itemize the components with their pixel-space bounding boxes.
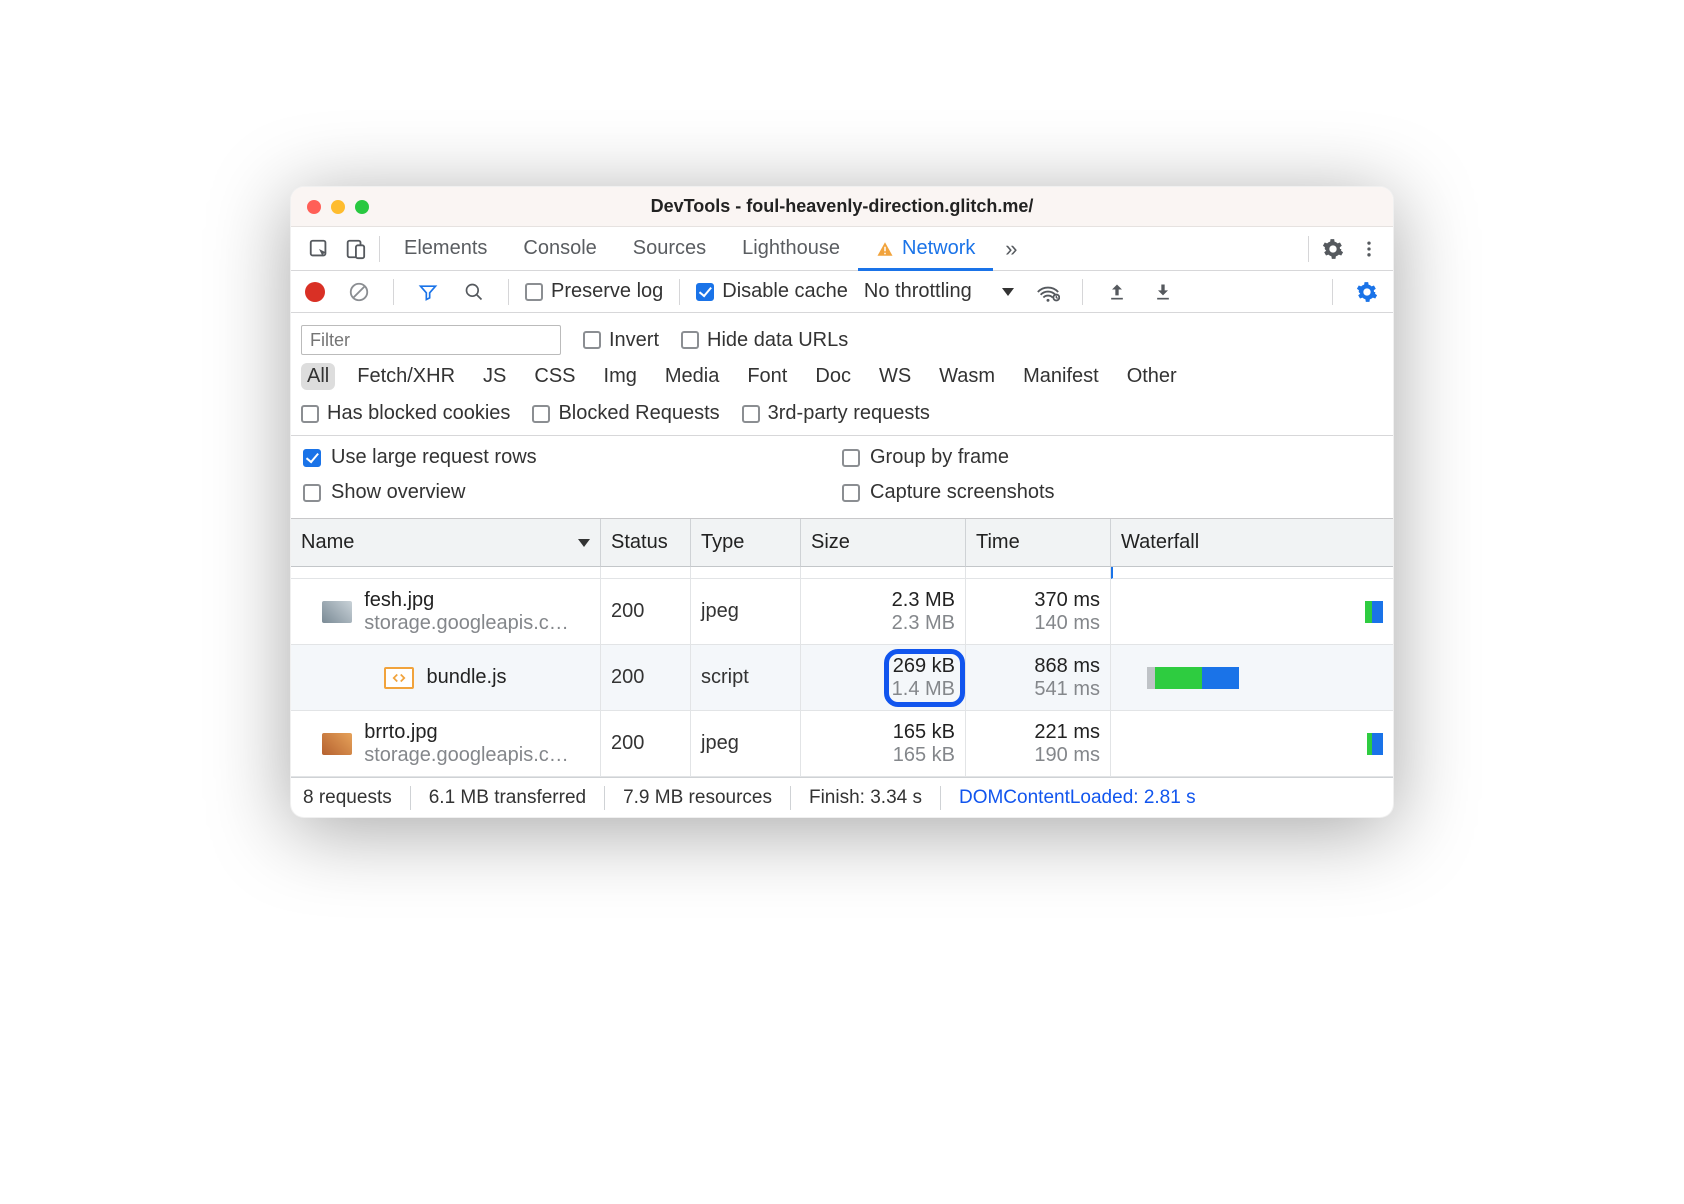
filter-type-font[interactable]: Font bbox=[741, 363, 793, 390]
finish-time: Finish: 3.34 s bbox=[809, 787, 922, 809]
filter-type-ws[interactable]: WS bbox=[873, 363, 917, 390]
filter-toggle-icon[interactable] bbox=[410, 274, 446, 310]
network-conditions-icon[interactable] bbox=[1030, 274, 1066, 310]
filter-type-img[interactable]: Img bbox=[598, 363, 643, 390]
blocked-requests-checkbox[interactable]: Blocked Requests bbox=[532, 402, 719, 425]
tab-lighthouse[interactable]: Lighthouse bbox=[724, 227, 858, 271]
tab-network[interactable]: Network bbox=[858, 227, 993, 271]
window-titlebar: DevTools - foul-heavenly-direction.glitc… bbox=[291, 187, 1393, 227]
more-tabs-icon[interactable]: » bbox=[993, 231, 1029, 267]
network-toolbar: Preserve log Disable cache No throttling bbox=[291, 271, 1393, 313]
upload-har-icon[interactable] bbox=[1099, 274, 1135, 310]
status-bar: 8 requests 6.1 MB transferred 7.9 MB res… bbox=[291, 777, 1393, 817]
group-by-frame-checkbox[interactable]: Group by frame bbox=[842, 446, 1381, 469]
kebab-menu-icon[interactable] bbox=[1351, 231, 1387, 267]
col-size[interactable]: Size bbox=[801, 519, 966, 567]
col-time[interactable]: Time bbox=[966, 519, 1111, 567]
panel-settings-icon[interactable] bbox=[1349, 274, 1385, 310]
tab-elements[interactable]: Elements bbox=[386, 227, 505, 271]
filters-area: Invert Hide data URLs All Fetch/XHR JS C… bbox=[291, 313, 1393, 436]
window-title: DevTools - foul-heavenly-direction.glitc… bbox=[291, 196, 1393, 217]
waterfall-bar bbox=[1121, 585, 1383, 638]
filter-type-css[interactable]: CSS bbox=[528, 363, 581, 390]
col-waterfall[interactable]: Waterfall bbox=[1111, 519, 1393, 567]
script-icon bbox=[384, 667, 414, 689]
file-thumbnail bbox=[322, 733, 352, 755]
view-options: Use large request rows Group by frame Sh… bbox=[291, 436, 1393, 519]
record-icon[interactable] bbox=[305, 282, 325, 302]
filter-type-manifest[interactable]: Manifest bbox=[1017, 363, 1105, 390]
preserve-log-checkbox[interactable]: Preserve log bbox=[525, 280, 663, 303]
col-name[interactable]: Name bbox=[291, 519, 601, 567]
throttling-select[interactable]: No throttling bbox=[864, 280, 1014, 303]
filter-type-wasm[interactable]: Wasm bbox=[933, 363, 1001, 390]
warning-icon bbox=[876, 240, 894, 258]
capture-screenshots-checkbox[interactable]: Capture screenshots bbox=[842, 481, 1381, 504]
search-icon[interactable] bbox=[456, 274, 492, 310]
filter-type-media[interactable]: Media bbox=[659, 363, 725, 390]
large-rows-checkbox[interactable]: Use large request rows bbox=[303, 446, 842, 469]
tab-console[interactable]: Console bbox=[505, 227, 614, 271]
third-party-checkbox[interactable]: 3rd-party requests bbox=[742, 402, 930, 425]
settings-icon[interactable] bbox=[1315, 231, 1351, 267]
waterfall-bar bbox=[1121, 651, 1383, 704]
transferred-size: 6.1 MB transferred bbox=[429, 787, 586, 809]
resources-size: 7.9 MB resources bbox=[623, 787, 772, 809]
devtools-window: DevTools - foul-heavenly-direction.glitc… bbox=[290, 186, 1394, 818]
main-tabs: Elements Console Sources Lighthouse Netw… bbox=[291, 227, 1393, 271]
device-toggle-icon[interactable] bbox=[337, 231, 373, 267]
blocked-cookies-checkbox[interactable]: Has blocked cookies bbox=[301, 402, 510, 425]
filter-type-other[interactable]: Other bbox=[1121, 363, 1183, 390]
filter-type-fetch[interactable]: Fetch/XHR bbox=[351, 363, 461, 390]
waterfall-bar bbox=[1121, 717, 1383, 770]
filter-type-js[interactable]: JS bbox=[477, 363, 512, 390]
sort-caret-icon bbox=[578, 539, 590, 547]
show-overview-checkbox[interactable]: Show overview bbox=[303, 481, 842, 504]
col-type[interactable]: Type bbox=[691, 519, 801, 567]
inspect-icon[interactable] bbox=[301, 231, 337, 267]
size-highlight: 269 kB1.4 MB bbox=[892, 655, 955, 701]
chevron-down-icon bbox=[1002, 288, 1014, 296]
invert-checkbox[interactable]: Invert bbox=[583, 329, 659, 352]
download-har-icon[interactable] bbox=[1145, 274, 1181, 310]
clear-icon[interactable] bbox=[341, 274, 377, 310]
file-thumbnail bbox=[322, 601, 352, 623]
hide-data-urls-checkbox[interactable]: Hide data URLs bbox=[681, 329, 848, 352]
filter-input[interactable] bbox=[301, 325, 561, 355]
requests-count: 8 requests bbox=[303, 787, 392, 809]
dom-content-loaded: DOMContentLoaded: 2.81 s bbox=[959, 787, 1196, 809]
requests-table: Name Status Type Size Time Waterfall fes… bbox=[291, 519, 1393, 777]
disable-cache-checkbox[interactable]: Disable cache bbox=[696, 280, 848, 303]
filter-type-all[interactable]: All bbox=[301, 363, 335, 390]
filter-type-doc[interactable]: Doc bbox=[809, 363, 857, 390]
tab-sources[interactable]: Sources bbox=[615, 227, 724, 271]
col-status[interactable]: Status bbox=[601, 519, 691, 567]
